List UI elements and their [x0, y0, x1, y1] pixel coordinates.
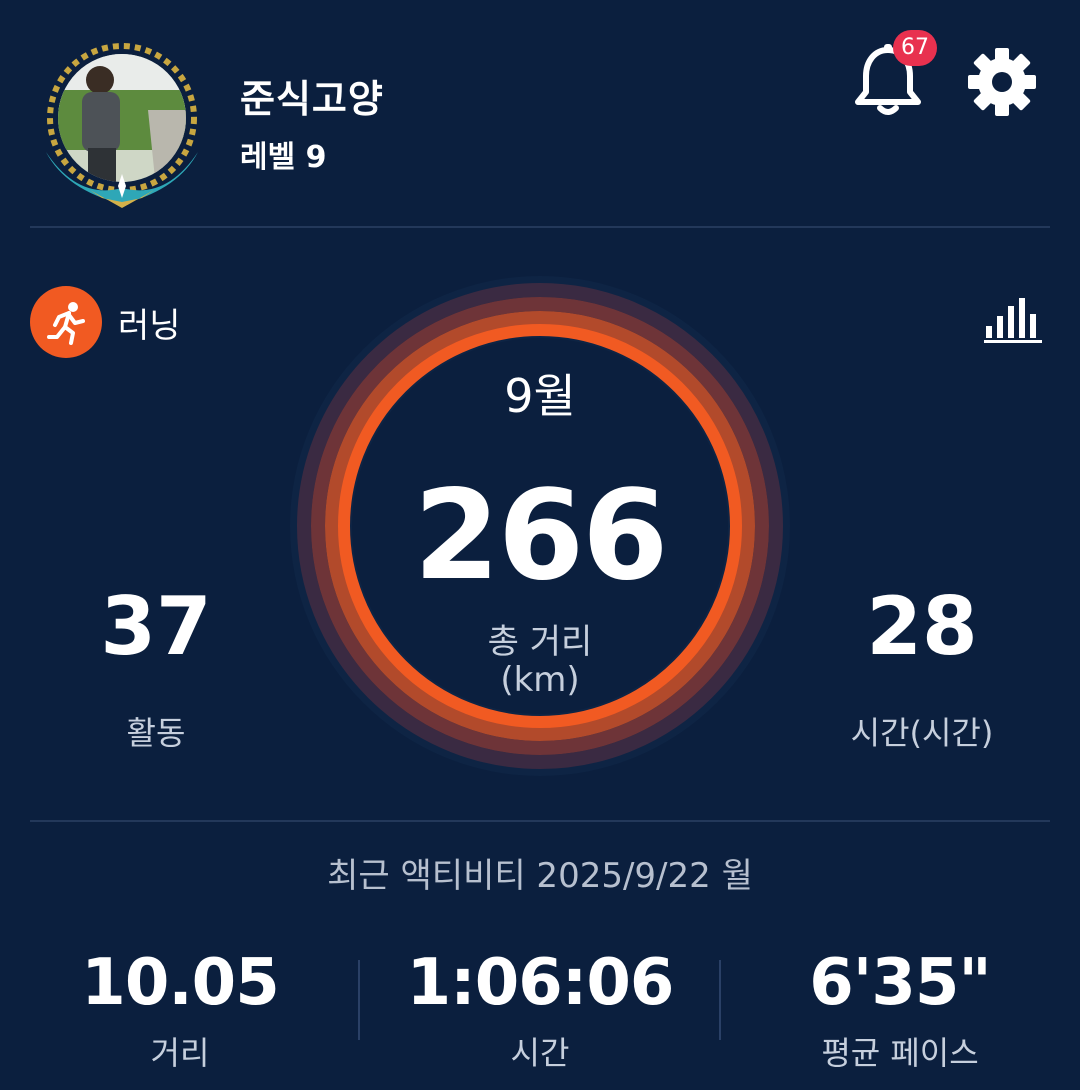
- metric-separator: [719, 960, 721, 1040]
- recent-distance-value: 10.05: [81, 946, 279, 1020]
- recent-time-value: 1:06:06: [406, 946, 675, 1020]
- total-distance-unit: (km): [500, 660, 580, 700]
- header-divider: [30, 226, 1050, 228]
- activity-type-selector[interactable]: 러닝: [30, 286, 181, 358]
- total-distance-label: 총 거리: [487, 622, 593, 662]
- recent-distance-label: 거리: [150, 1034, 210, 1072]
- recent-pace-value: 6'35": [809, 946, 992, 1020]
- activities-label: 활동: [126, 714, 186, 752]
- recent-time-label: 시간: [510, 1034, 570, 1072]
- user-name: 준식고양: [240, 77, 384, 121]
- running-person-icon: [30, 286, 102, 358]
- profile-avatar[interactable]: [38, 40, 206, 208]
- activities-count: 37: [100, 580, 212, 673]
- period-label: 9월: [504, 369, 576, 423]
- notification-badge: 67: [893, 30, 937, 66]
- recent-pace-label: 평균 페이스: [821, 1034, 979, 1072]
- hours-label: 시간(시간): [850, 714, 994, 752]
- recent-activity-title[interactable]: 최근 액티비티 2025/9/22 월: [0, 848, 1080, 897]
- total-distance-value: 266: [413, 464, 669, 608]
- hours-value: 28: [866, 580, 978, 673]
- user-level: 레벨 9: [240, 140, 327, 175]
- activity-type-label: 러닝: [118, 305, 181, 346]
- metric-separator: [358, 960, 360, 1040]
- bar-chart-icon[interactable]: [982, 292, 1044, 344]
- section-divider: [30, 820, 1050, 822]
- gear-icon[interactable]: [966, 46, 1038, 118]
